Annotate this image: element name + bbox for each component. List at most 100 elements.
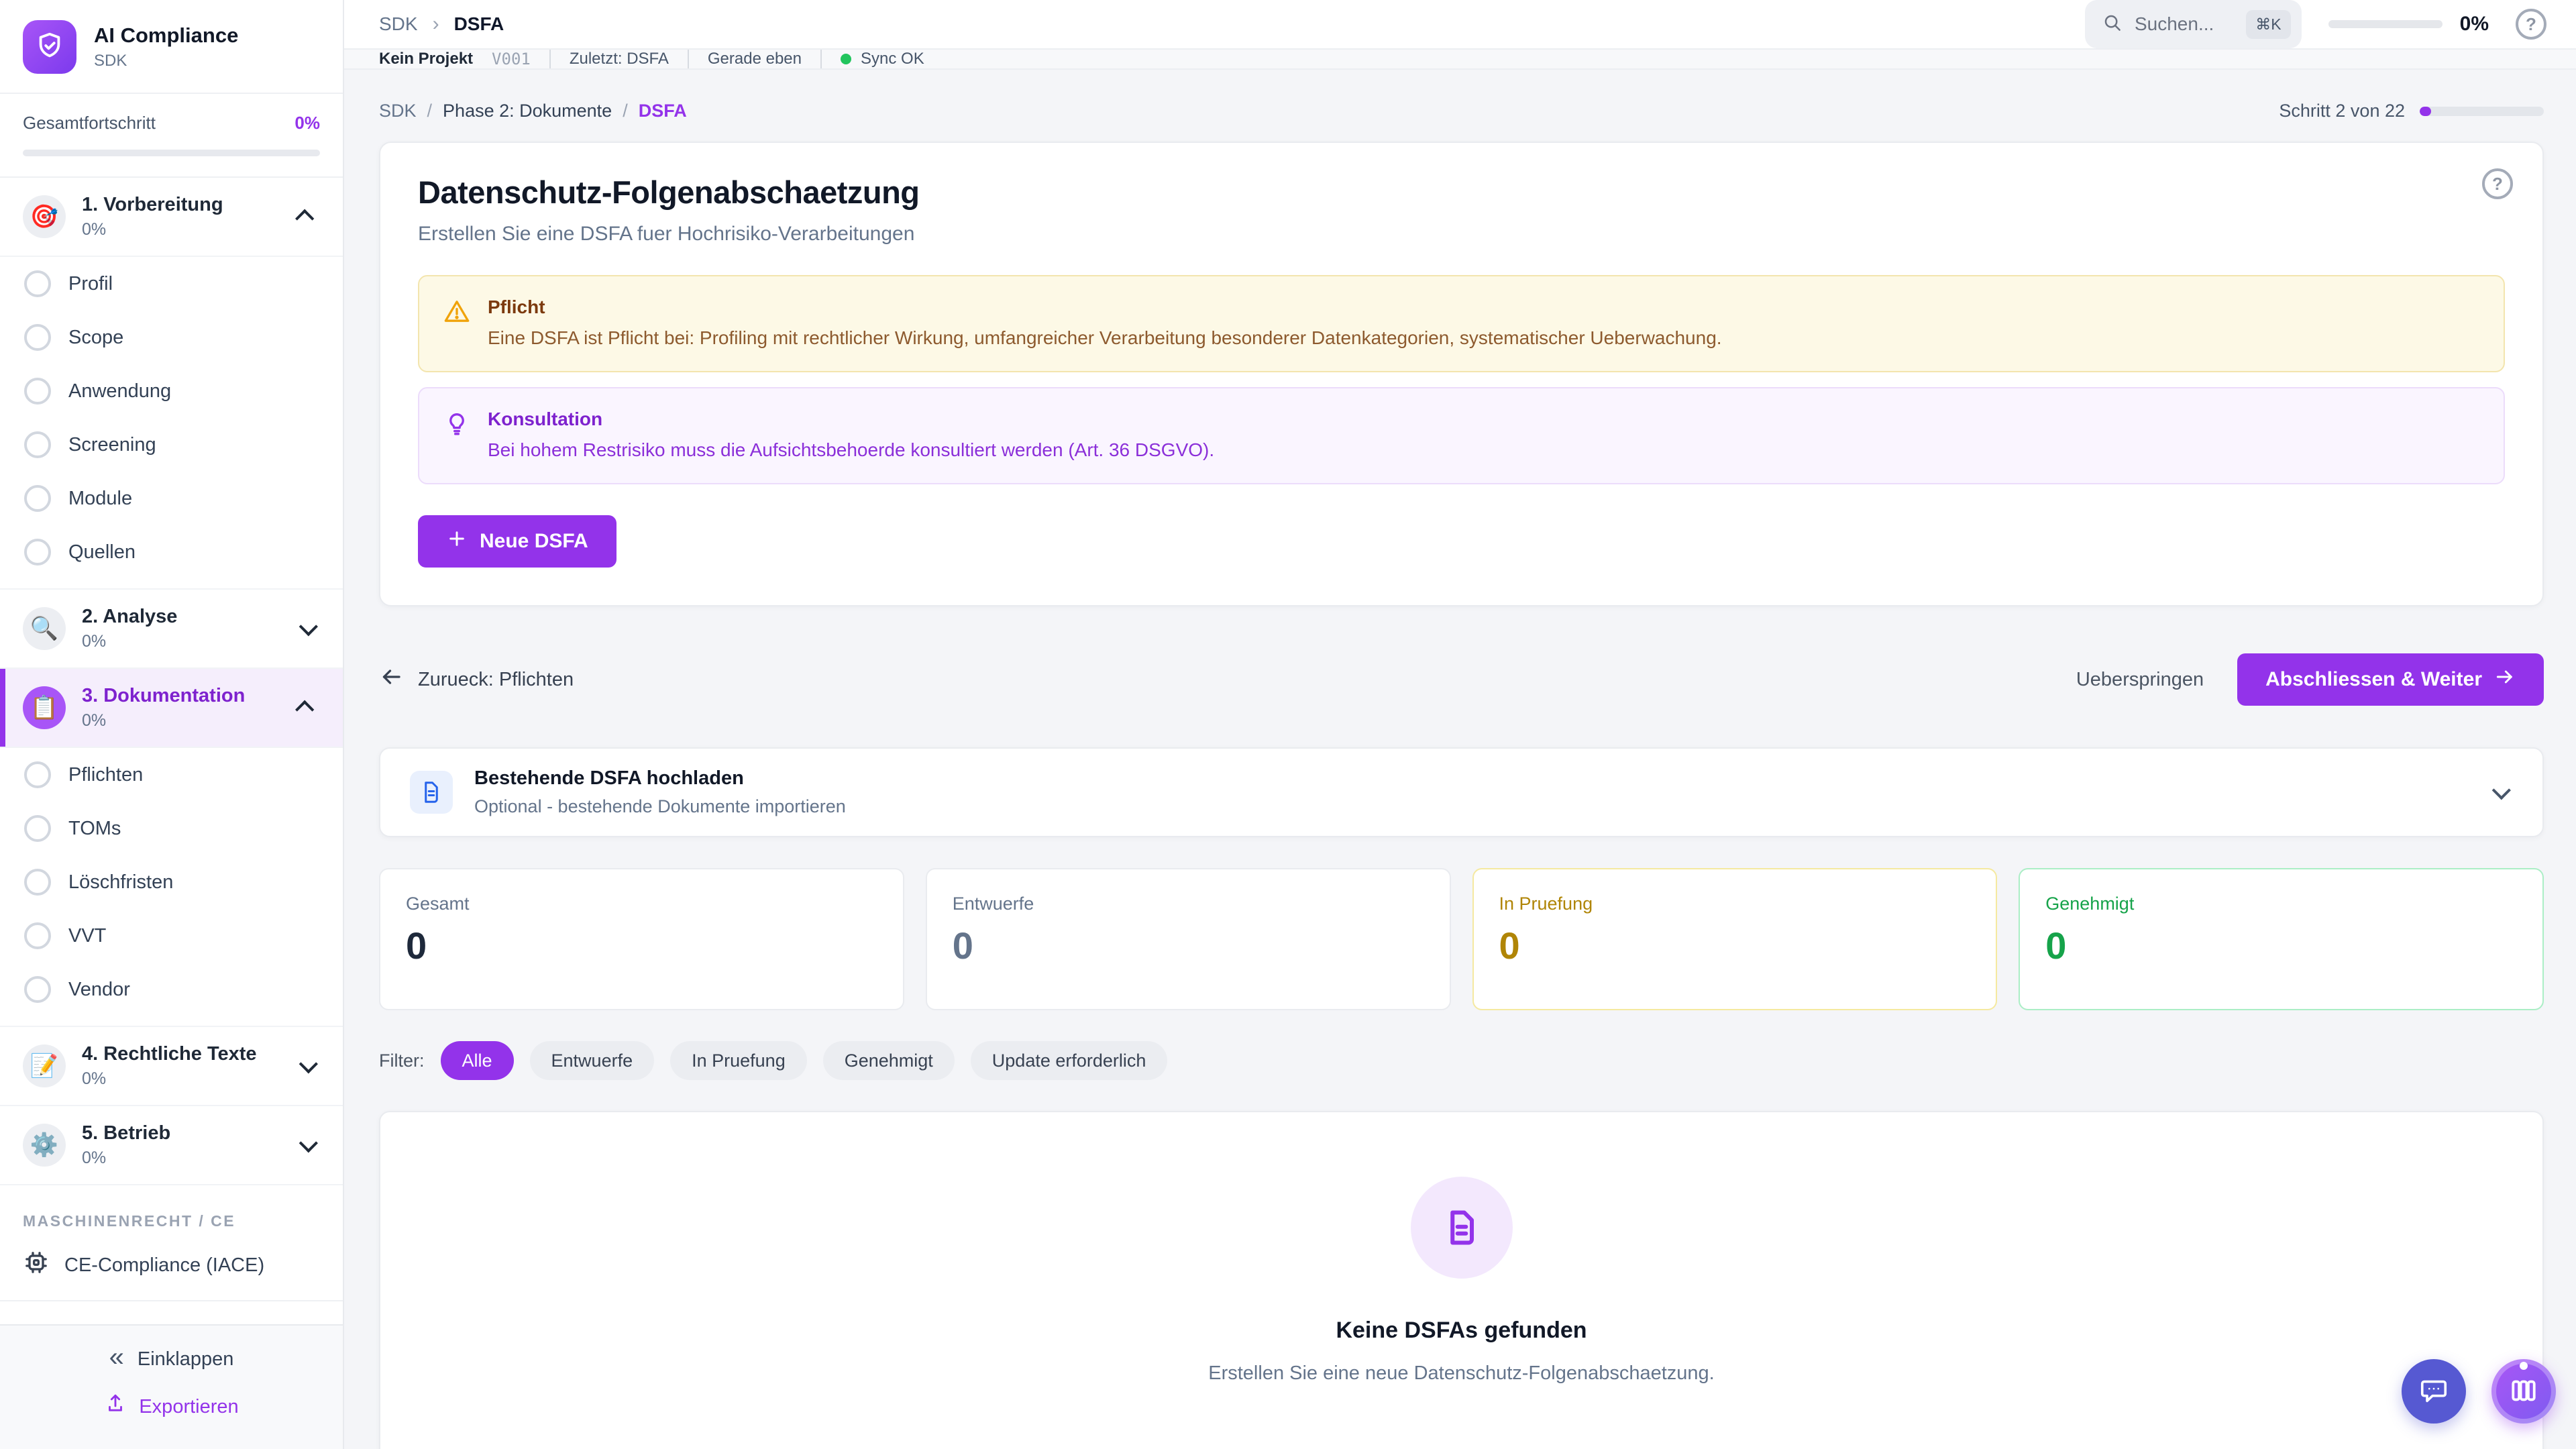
sidebar-section-betrieb[interactable]: ⚙️ 5. Betrieb 0%	[0, 1106, 343, 1185]
radio-circle-icon	[24, 431, 51, 458]
chevron-up-icon	[295, 209, 314, 228]
sidebar-item-toms[interactable]: TOMs	[0, 802, 343, 855]
item-label: Löschfristen	[68, 871, 173, 894]
sidebar-item-pflichten[interactable]: Pflichten	[0, 748, 343, 802]
filter-chip-genehmigt[interactable]: Genehmigt	[823, 1041, 955, 1080]
stat-card-in-pruefung: In Pruefung 0	[1472, 868, 1998, 1010]
memo-icon: 📝	[23, 1044, 66, 1087]
group-label-maschinenrecht: MASCHINENRECHT / CE	[0, 1185, 343, 1230]
overall-progress-bar	[23, 150, 320, 156]
item-label: Pflichten	[68, 764, 143, 786]
filter-chip-in-pruefung[interactable]: In Pruefung	[670, 1041, 807, 1080]
sidebar-item-scope[interactable]: Scope	[0, 311, 343, 364]
last-saved-label: Zuletzt: DSFA	[570, 50, 669, 68]
section-percent: 0%	[82, 1069, 284, 1089]
empty-state-card: Keine DSFAs gefunden Erstellen Sie eine …	[379, 1111, 2544, 1449]
help-icon[interactable]: ?	[2482, 168, 2513, 199]
skip-button[interactable]: Ueberspringen	[2076, 669, 2204, 691]
dsfa-hero-card: Datenschutz-Folgenabschaetzung Erstellen…	[379, 142, 2544, 606]
alert-text: Eine DSFA ist Pflicht bei: Profiling mit…	[488, 325, 1722, 351]
item-label: Vendor	[68, 979, 130, 1001]
alert-konsultation: Konsultation Bei hohem Restrisiko muss d…	[418, 387, 2505, 484]
collapse-sidebar-button[interactable]: « Einklappen	[109, 1346, 234, 1373]
cpu-chip-icon	[23, 1249, 50, 1281]
button-label: Neue DSFA	[480, 530, 588, 553]
upload-existing-dsfa-card[interactable]: Bestehende DSFA hochladen Optional - bes…	[379, 747, 2544, 837]
stat-card-entwuerfe: Entwuerfe 0	[926, 868, 1451, 1010]
divider	[688, 50, 689, 68]
chevron-down-icon	[2492, 781, 2511, 800]
upload-subtitle: Optional - bestehende Dokumente importie…	[474, 796, 846, 817]
overall-progress-label: Gesamtfortschritt	[23, 113, 156, 133]
item-label: Scope	[68, 327, 123, 349]
topbar-progress-value: 0%	[2460, 13, 2489, 36]
chat-fab-button[interactable]	[2402, 1359, 2466, 1424]
sidebar-item-ce-compliance[interactable]: CE-Compliance (IACE)	[0, 1230, 343, 1301]
filter-chip-entwuerfe[interactable]: Entwuerfe	[530, 1041, 655, 1080]
sidebar-item-screening[interactable]: Screening	[0, 418, 343, 472]
export-button[interactable]: Exportieren	[104, 1393, 238, 1421]
stat-card-genehmigt: Genehmigt 0	[2019, 868, 2544, 1010]
sidebar-item-anwendung[interactable]: Anwendung	[0, 364, 343, 418]
sidebar-item-loeschfristen[interactable]: Löschfristen	[0, 855, 343, 909]
item-label: VVT	[68, 925, 106, 947]
sidebar-item-quellen[interactable]: Quellen	[0, 525, 343, 579]
sidebar-item-vvt[interactable]: VVT	[0, 909, 343, 963]
last-saved-time: Gerade eben	[708, 50, 802, 68]
sidebar-item-profil[interactable]: Profil	[0, 257, 343, 311]
breadcrumb-current: DSFA	[454, 13, 504, 35]
step-label: Schritt 2 von 22	[2279, 101, 2405, 121]
radio-circle-icon	[24, 869, 51, 896]
breadcrumb: SDK / Phase 2: Dokumente / DSFA	[379, 101, 687, 121]
plus-icon	[446, 528, 468, 555]
page-subtitle: Erstellen Sie eine DSFA fuer Hochrisiko-…	[418, 223, 2505, 246]
wizard-nav-row: Zurueck: Pflichten Ueberspringen Abschli…	[379, 653, 2544, 706]
sidebar-section-vorbereitung[interactable]: 🎯 1. Vorbereitung 0%	[0, 178, 343, 257]
topbar-progress-bar	[2328, 20, 2443, 28]
alert-title: Pflicht	[488, 297, 1722, 318]
stat-card-gesamt: Gesamt 0	[379, 868, 904, 1010]
upload-icon	[104, 1393, 127, 1421]
filter-chip-alle[interactable]: Alle	[441, 1041, 514, 1080]
back-button[interactable]: Zurueck: Pflichten	[379, 665, 574, 694]
document-icon	[1411, 1177, 1513, 1279]
kanban-fab-button[interactable]	[2491, 1359, 2556, 1424]
section-percent: 0%	[82, 220, 284, 239]
breadcrumb-root[interactable]: SDK	[379, 13, 418, 35]
upload-title: Bestehende DSFA hochladen	[474, 767, 846, 790]
export-label: Exportieren	[139, 1396, 238, 1418]
item-label: Quellen	[68, 541, 136, 564]
filter-chip-update-erforderlich[interactable]: Update erforderlich	[971, 1041, 1168, 1080]
button-label: Abschliessen & Weiter	[2265, 668, 2482, 691]
section-title: 2. Analyse	[82, 606, 284, 628]
target-icon: 🎯	[23, 195, 66, 238]
sidebar-item-vendor[interactable]: Vendor	[0, 963, 343, 1016]
radio-circle-icon	[24, 485, 51, 512]
search-icon	[2102, 13, 2123, 36]
breadcrumb-current: DSFA	[639, 101, 687, 121]
finish-continue-button[interactable]: Abschliessen & Weiter	[2237, 653, 2544, 706]
sidebar-section-analyse[interactable]: 🔍 2. Analyse 0%	[0, 588, 343, 669]
kanban-columns-icon	[2508, 1375, 2539, 1408]
overall-progress: Gesamtfortschritt 0%	[0, 94, 343, 178]
sidebar-section-dokumentation[interactable]: 📋 3. Dokumentation 0%	[0, 669, 343, 748]
search-input[interactable]: Suchen... ⌘K	[2085, 0, 2302, 48]
status-bar: Kein Projekt V001 Zuletzt: DSFA Gerade e…	[344, 48, 2576, 70]
sync-ok-dot-icon	[841, 54, 851, 64]
breadcrumb-root[interactable]: SDK	[379, 101, 417, 121]
new-dsfa-button[interactable]: Neue DSFA	[418, 515, 616, 568]
project-name: Kein Projekt	[379, 50, 473, 68]
chevron-down-icon	[299, 1134, 318, 1152]
breadcrumb-phase[interactable]: Phase 2: Dokumente	[443, 101, 612, 121]
chat-bubble-icon	[2418, 1375, 2449, 1408]
section-title: 3. Dokumentation	[82, 685, 284, 707]
help-icon[interactable]: ?	[2516, 9, 2546, 40]
search-placeholder: Suchen...	[2135, 13, 2234, 35]
step-indicator: Schritt 2 von 22	[2279, 101, 2544, 121]
sidebar-item-module[interactable]: Module	[0, 472, 343, 525]
item-label: CE-Compliance (IACE)	[64, 1254, 264, 1277]
sidebar-section-rechtliche-texte[interactable]: 📝 4. Rechtliche Texte 0%	[0, 1026, 343, 1106]
section-title: 5. Betrieb	[82, 1122, 284, 1144]
radio-circle-icon	[24, 270, 51, 297]
stat-value: 0	[1499, 924, 1971, 967]
